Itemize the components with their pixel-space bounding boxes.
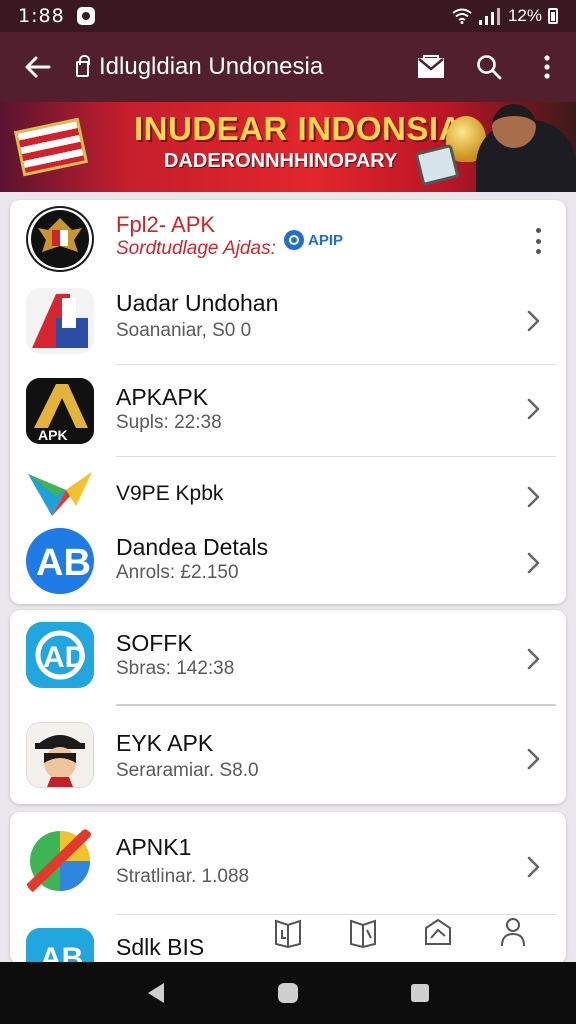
signal-icon (478, 8, 500, 25)
app-icon (26, 466, 94, 518)
list-item[interactable]: V9PE Kpbk (10, 460, 566, 522)
app-title: APNK1 (116, 834, 192, 860)
status-time: 1:88 (18, 5, 65, 27)
app-badge: APIP (284, 230, 343, 250)
svg-text:AD: AD (43, 641, 86, 674)
app-subtitle: Seraramiar. S8.0 (116, 760, 259, 781)
app-subtitle: Sbras: 142:38 (116, 658, 235, 679)
flag-graphic (13, 117, 89, 177)
list-item[interactable]: APNK1 Stratlinar. 1.088 (10, 812, 566, 912)
lock-icon (76, 55, 90, 77)
list-divider (116, 456, 556, 457)
featured-app-row[interactable]: Fpl2- APK Sordtudlage Ajdas: APIP (10, 200, 566, 278)
person-icon (500, 918, 525, 947)
arrow-left-icon (25, 56, 51, 78)
banner-subtitle: DADERONNHHINOPARY (164, 150, 398, 172)
list-divider (116, 364, 556, 365)
app-bar-actions (402, 32, 576, 102)
chevron-right-icon (522, 746, 544, 772)
compass-icon (424, 918, 451, 945)
list-item[interactable]: APK APKAPK Supls: 22:38 (10, 370, 566, 458)
app-title: Uadar Undohan (116, 290, 279, 316)
app-title: SOFFK (116, 630, 193, 656)
page-title: Idlugldian Undonesia (99, 53, 324, 80)
app-list-card: AD SOFFK Sbras: 142:38 EYK APK Seraramia… (10, 610, 566, 804)
app-icon: APK (26, 378, 94, 444)
list-item[interactable]: AD SOFFK Sbras: 142:38 (10, 610, 566, 704)
nav-back-button[interactable] (126, 963, 186, 1023)
svg-text:APK: APK (38, 427, 68, 443)
search-icon (477, 55, 502, 80)
app-icon: AB (26, 528, 94, 594)
app-title: V9PE Kpbk (116, 482, 224, 505)
library-icon (349, 919, 376, 948)
chevron-right-icon (522, 308, 544, 334)
app-subtitle: Stratlinar. 1.088 (116, 866, 250, 887)
app-icon (26, 288, 94, 354)
nav-recents-button[interactable] (390, 963, 450, 1023)
app-icon: AB (26, 928, 94, 964)
list-item[interactable]: Uadar Undohan Soananiar, S0 0 (10, 278, 566, 370)
explore-button[interactable] (418, 912, 458, 952)
app-title: Dandea Detals (116, 534, 269, 560)
library-button[interactable] (343, 912, 383, 952)
app-title: EYK APK (116, 730, 214, 756)
app-subtitle: Soananiar, S0 0 (116, 320, 252, 341)
chevron-right-icon (522, 646, 544, 672)
badge-icon (284, 230, 304, 250)
battery-percent: 12% (507, 6, 542, 25)
back-button[interactable] (0, 32, 76, 102)
chevron-right-icon (522, 484, 544, 510)
nav-home-button[interactable] (258, 963, 318, 1023)
list-item[interactable]: AB Dandea Detals Anrols: £2.150 (10, 522, 566, 604)
system-nav-bar (0, 962, 576, 1024)
notification-icon (76, 7, 95, 25)
garuda-emblem-icon (26, 206, 94, 272)
person-head-graphic (492, 104, 536, 148)
app-subtitle: Anrols: £2.150 (116, 562, 239, 583)
featured-app-title: Fpl2- APK (116, 212, 216, 237)
banner-title: INUDEAR INDONSIA (134, 110, 463, 147)
chevron-right-icon (522, 550, 544, 576)
phone-graphic (414, 143, 460, 187)
status-indicators: 12% (452, 6, 558, 26)
triangle-back-icon (148, 983, 164, 1003)
profile-button[interactable] (493, 912, 533, 952)
mail-button[interactable] (402, 32, 460, 102)
search-button[interactable] (460, 32, 518, 102)
overflow-menu-button[interactable] (518, 32, 576, 102)
bottom-toolbar (250, 912, 550, 952)
app-bar: Idlugldian Undonesia (0, 32, 576, 102)
app-icon (26, 722, 94, 788)
app-icon: AD (26, 622, 94, 688)
chevron-right-icon (522, 854, 544, 880)
app-title: Sdlk BIS (116, 934, 205, 960)
recents-icon (411, 984, 429, 1002)
app-icon (26, 828, 94, 894)
app-title: APKAPK (116, 384, 209, 410)
svg-text:AB: AB (36, 542, 91, 584)
more-vert-icon[interactable] (530, 228, 546, 254)
badge-label: APIP (308, 231, 344, 249)
app-subtitle: Supls: 22:38 (116, 412, 222, 433)
app-list-card: Fpl2- APK Sordtudlage Ajdas: APIP Uadar … (10, 200, 566, 604)
home-icon (278, 983, 298, 1003)
wifi-icon (452, 8, 472, 24)
chevron-right-icon (522, 396, 544, 422)
battery-icon (548, 8, 558, 24)
book-icon (274, 919, 301, 948)
more-vert-icon (544, 55, 550, 79)
status-bar: 1:88 12% (0, 0, 576, 32)
book-button[interactable] (268, 912, 308, 952)
svg-text:AB: AB (40, 942, 83, 964)
promo-banner[interactable]: INUDEAR INDONSIA DADERONNHHINOPARY (0, 102, 576, 192)
envelope-icon (418, 55, 444, 78)
list-item[interactable]: EYK APK Seraramiar. S8.0 (10, 706, 566, 804)
featured-app-subtitle: Sordtudlage Ajdas: (116, 238, 276, 259)
